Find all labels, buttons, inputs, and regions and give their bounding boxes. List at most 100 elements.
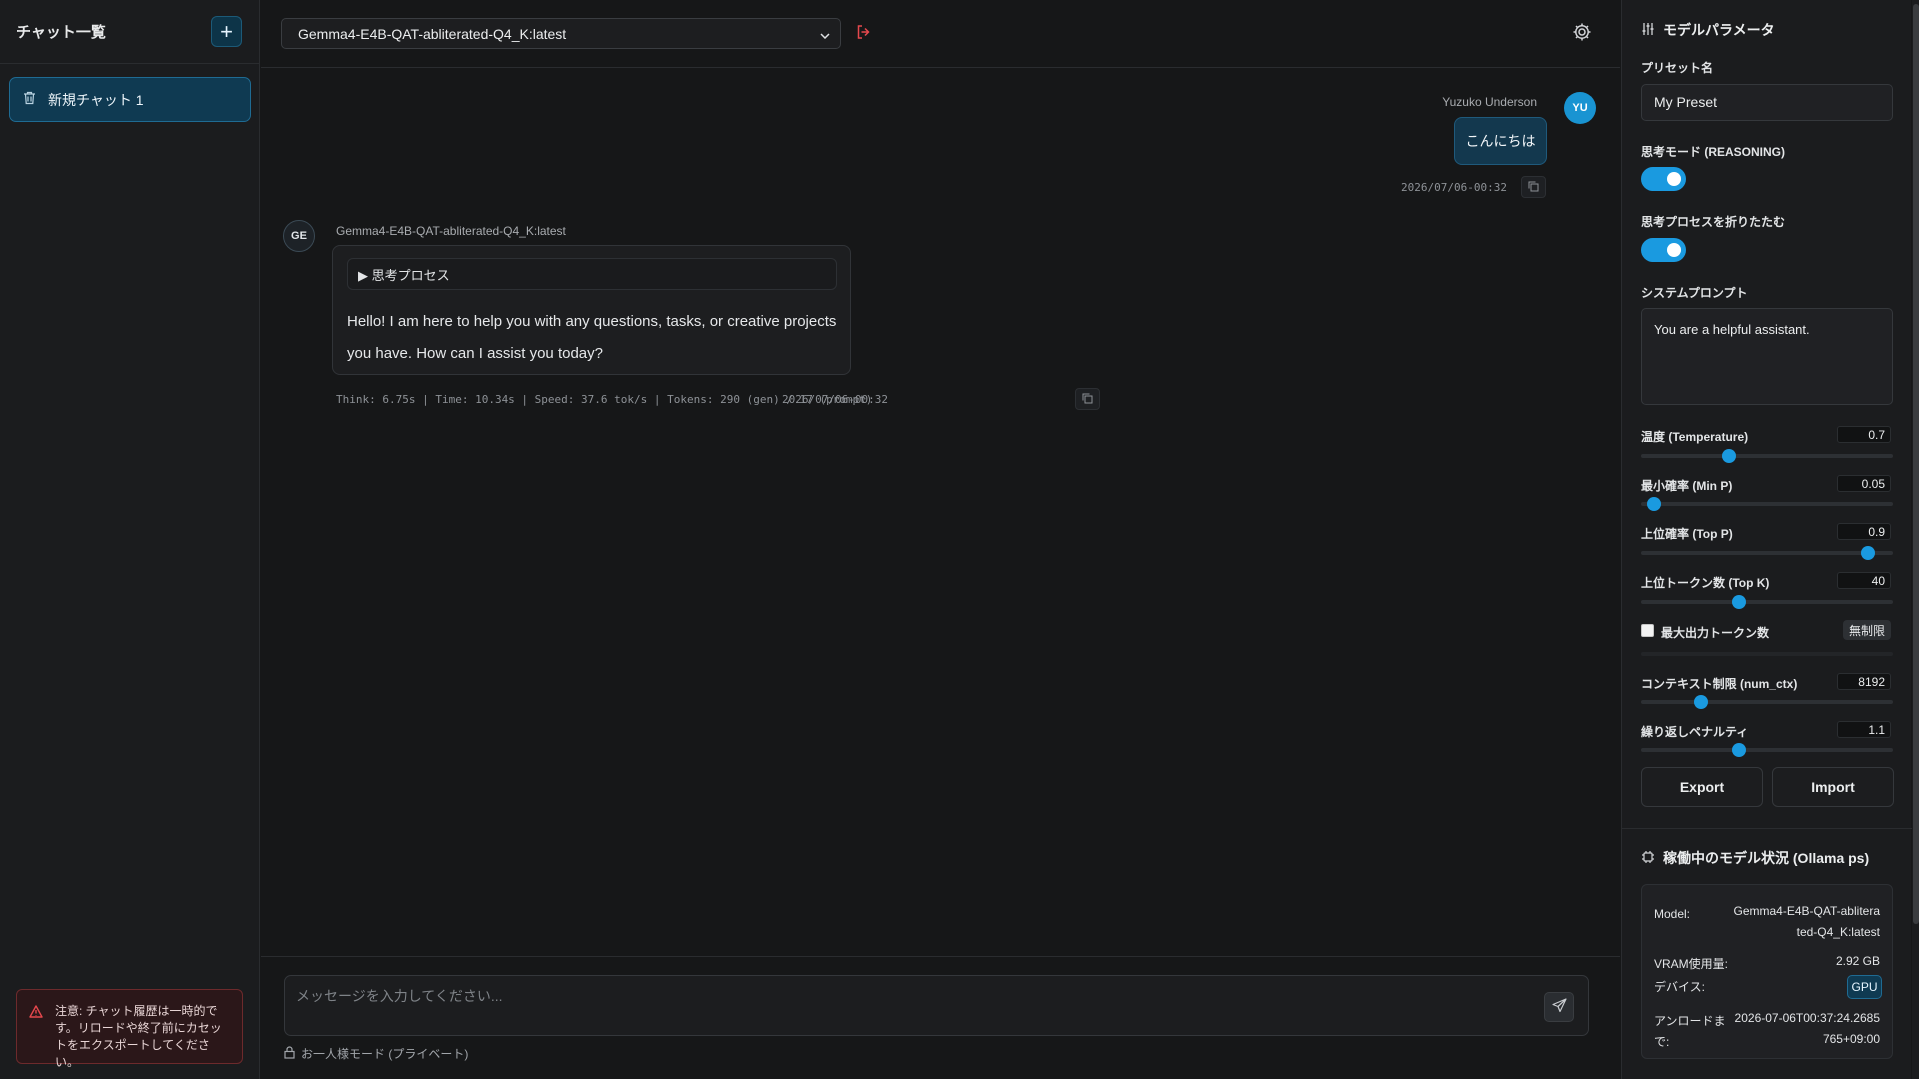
temperature-slider-thumb[interactable] (1722, 449, 1737, 463)
sidebar-item-chat[interactable]: 新規チャット 1 (9, 77, 251, 122)
status-vram-key: VRAM使用量: (1654, 957, 1729, 971)
status-vram-value: 2.92 GB (1835, 954, 1880, 968)
message-input-placeholder: メッセージを入力してください... (296, 988, 503, 1004)
history-warning: 注意: チャット履歴は一時的です。リロードや終了前にカセットをエクスポートしてく… (16, 989, 243, 1069)
warning-icon (29, 1005, 43, 1023)
temperature-value[interactable]: 0.7 (1837, 426, 1891, 443)
model-status-title: 稼働中のモデル状況 (Ollama ps) (1641, 848, 1869, 868)
thinking-label: ▶ 思考プロセス (358, 267, 450, 283)
settings-gear-icon[interactable] (1572, 22, 1592, 45)
model-status-card: Model: Gemma4-E4B-QAT-ablitera ted-Q4_K:… (1641, 884, 1893, 1059)
repeat-penalty-label: 繰り返しペナルティ (1641, 725, 1749, 739)
model-select[interactable]: Gemma4-E4B-QAT-abliterated-Q4_K:latest (281, 18, 841, 49)
params-title-text: モデルパラメータ (1663, 22, 1775, 38)
repeat-penalty-slider[interactable] (1641, 743, 1893, 757)
sidebar-header: チャット一覧 + (0, 0, 259, 64)
params-title: モデルパラメータ (1641, 20, 1775, 40)
assistant-message-text: Hello! I am here to help you with any qu… (347, 313, 837, 362)
top-bar: Gemma4-E4B-QAT-abliterated-Q4_K:latest (261, 0, 1620, 68)
status-model-value-2: ted-Q4_K:latest (1796, 925, 1880, 939)
chat-main: Gemma4-E4B-QAT-abliterated-Q4_K:latest Y… (261, 0, 1620, 1079)
fold-thinking-label: 思考プロセスを折りたたむ (1641, 215, 1786, 229)
reasoning-label: 思考モード (REASONING) (1641, 145, 1786, 159)
message-input[interactable]: メッセージを入力してください... (284, 975, 1589, 1036)
chevron-down-icon (820, 26, 830, 42)
assistant-name: Gemma4-E4B-QAT-abliterated-Q4_K:latest (336, 224, 566, 238)
assistant-message: ▶ 思考プロセス Hello! I am here to help you wi… (332, 245, 851, 375)
assistant-timestamp: 2026/07/06-00:32 (782, 393, 888, 406)
unlimited-badge: 無制限 (1843, 620, 1891, 640)
model-status-title-text: 稼働中のモデル状況 (Ollama ps) (1663, 850, 1870, 866)
send-button[interactable] (1544, 992, 1574, 1022)
import-button[interactable]: Import (1772, 767, 1894, 807)
status-model-value-1: Gemma4-E4B-QAT-ablitera (1733, 904, 1881, 918)
temperature-label: 温度 (Temperature) (1641, 430, 1749, 444)
warning-text: 注意: チャット履歴は一時的です。リロードや終了前にカセットをエクスポートしてく… (55, 1004, 222, 1069)
status-unload-key-1: アンロードま (1654, 1014, 1726, 1028)
top-p-value[interactable]: 0.9 (1837, 523, 1891, 540)
copy-icon (1082, 391, 1093, 407)
top-k-label: 上位トークン数 (Top K) (1641, 576, 1770, 590)
min-p-value[interactable]: 0.05 (1837, 475, 1891, 492)
fold-thinking-toggle[interactable] (1641, 238, 1686, 262)
repeat-penalty-slider-thumb[interactable] (1732, 743, 1747, 757)
private-mode-label: お一人様モード (プライベート) (301, 1047, 469, 1061)
preset-name-input[interactable]: My Preset (1641, 84, 1893, 121)
private-mode-note: お一人様モード (プライベート) (284, 1045, 468, 1062)
num-ctx-label: コンテキスト制限 (num_ctx) (1641, 677, 1798, 691)
user-name: Yuzuko Underson (1442, 95, 1537, 109)
logout-icon[interactable] (856, 24, 872, 43)
num-ctx-slider-thumb[interactable] (1694, 695, 1709, 709)
status-unload-value-1: 2026-07-06T00:37:24.2685 (1734, 1011, 1880, 1025)
copy-user-message-button[interactable] (1521, 176, 1546, 198)
min-p-label: 最小確率 (Min P) (1641, 479, 1733, 493)
sidebar-title: チャット一覧 (16, 24, 106, 41)
status-unload-key-2: で: (1654, 1035, 1670, 1049)
plus-icon: + (220, 18, 233, 44)
system-prompt-label: システムプロンプト (1641, 286, 1748, 300)
reasoning-toggle[interactable] (1641, 167, 1686, 191)
min-p-slider[interactable] (1641, 497, 1893, 511)
status-device-key: デバイス: (1654, 980, 1705, 994)
parameters-panel: モデルパラメータ プリセット名 My Preset 思考モード (REASONI… (1621, 0, 1919, 1079)
system-prompt-textarea[interactable]: You are a helpful assistant. (1641, 308, 1893, 405)
status-device-badge: GPU (1847, 975, 1882, 999)
trash-icon[interactable] (23, 91, 36, 108)
top-k-value[interactable]: 40 (1837, 572, 1891, 589)
user-message: こんにちは (1454, 117, 1547, 165)
top-p-slider[interactable] (1641, 546, 1893, 560)
max-tokens-label: 最大出力トークン数 (1661, 626, 1770, 640)
export-button[interactable]: Export (1641, 767, 1763, 807)
copy-assistant-message-button[interactable] (1075, 388, 1100, 410)
min-p-slider-thumb[interactable] (1646, 497, 1661, 511)
panel-divider (1622, 828, 1912, 829)
copy-icon (1528, 179, 1539, 195)
model-select-value: Gemma4-E4B-QAT-abliterated-Q4_K:latest (298, 25, 567, 42)
status-unload-value-2: 765+09:00 (1822, 1032, 1880, 1046)
panel-scrollbar[interactable] (1912, 0, 1919, 1079)
preset-label: プリセット名 (1641, 61, 1714, 75)
user-timestamp: 2026/07/06-00:32 (1401, 181, 1507, 194)
new-chat-button[interactable]: + (211, 16, 242, 47)
user-avatar: YU (1564, 92, 1596, 124)
chat-sidebar: チャット一覧 + 新規チャット 1 注意: チャット履歴は一時的です。リロードや… (0, 0, 260, 1079)
send-icon (1551, 998, 1567, 1016)
repeat-penalty-value[interactable]: 1.1 (1837, 721, 1891, 738)
top-p-label: 上位確率 (Top P) (1641, 527, 1733, 541)
thinking-process-toggle[interactable]: ▶ 思考プロセス (347, 258, 837, 290)
max-tokens-slider (1641, 652, 1893, 656)
chat-item-label: 新規チャット 1 (48, 91, 144, 108)
status-model-key: Model: (1654, 907, 1691, 921)
assistant-avatar: GE (283, 220, 315, 252)
top-k-slider-thumb[interactable] (1732, 595, 1747, 609)
lock-icon (284, 1045, 295, 1062)
max-tokens-checkbox[interactable] (1641, 624, 1654, 637)
num-ctx-slider[interactable] (1641, 695, 1893, 709)
top-k-slider[interactable] (1641, 595, 1893, 609)
chip-icon (1641, 850, 1655, 867)
panel-scrollbar-thumb[interactable] (1913, 4, 1919, 924)
top-p-slider-thumb[interactable] (1860, 546, 1875, 560)
sliders-icon (1641, 22, 1655, 39)
temperature-slider[interactable] (1641, 449, 1893, 463)
num-ctx-value[interactable]: 8192 (1837, 673, 1891, 690)
